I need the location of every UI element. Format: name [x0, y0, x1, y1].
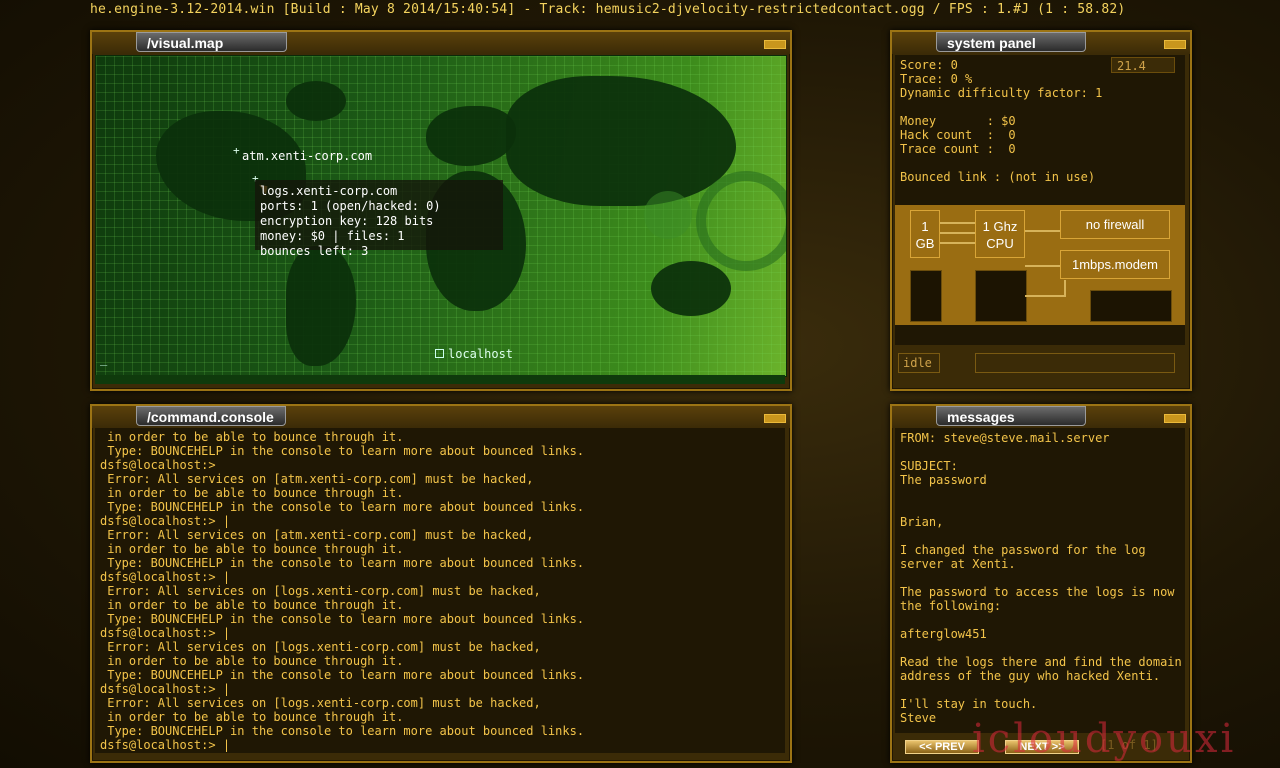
message-line	[895, 613, 1185, 627]
watermark-text: icloudyouxi	[972, 716, 1237, 762]
message-line	[895, 571, 1185, 585]
host-tooltip: logs.xenti-corp.com ports: 1 (open/hacke…	[255, 180, 503, 258]
console-line: Error: All services on [logs.xenti-corp.…	[100, 584, 541, 598]
stat-spacer	[895, 100, 1185, 114]
stat-money: Money : $0	[900, 114, 1016, 128]
status-label: idle	[898, 353, 940, 373]
message-line: The password to access the logs is now	[900, 585, 1175, 599]
tab-messages[interactable]: messages	[936, 406, 1086, 426]
console-line: Type: BOUNCEHELP in the console to learn…	[100, 612, 585, 626]
message-line: Brian,	[900, 515, 944, 529]
message-line	[895, 641, 1185, 655]
host-label-localhost[interactable]: localhost	[448, 347, 513, 361]
console-prompt: dsfs@localhost:> |	[100, 626, 231, 640]
tooltip-money-files: money: $0 | files: 1	[260, 229, 405, 243]
radar-dot	[644, 191, 692, 239]
message-line: server at Xenti.	[900, 557, 1016, 571]
message-line: I changed the password for the log	[900, 543, 1146, 557]
console-prompt: dsfs@localhost:> |	[100, 514, 231, 528]
message-line: the following:	[900, 599, 1002, 613]
console-line: in order to be able to bounce through it…	[100, 542, 404, 556]
message-line	[895, 501, 1185, 515]
console-line: Error: All services on [atm.xenti-corp.c…	[100, 472, 534, 486]
system-stats: 21.4 Score: 0 Trace: 0 % Dynamic difficu…	[895, 55, 1185, 205]
australia-shape	[651, 261, 731, 316]
console-line: in order to be able to bounce through it…	[100, 598, 404, 612]
console-input-prompt[interactable]: dsfs@localhost:> |	[100, 738, 785, 752]
radar-ring	[696, 171, 786, 271]
map-cursor-mark: _	[100, 352, 108, 366]
stat-difficulty: Dynamic difficulty factor: 1	[900, 86, 1103, 100]
console-prompt: dsfs@localhost:> |	[100, 682, 231, 696]
console-prompt: dsfs@localhost:> |	[100, 570, 231, 584]
panel-control-button[interactable]	[764, 40, 786, 49]
console-line: Type: BOUNCEHELP in the console to learn…	[100, 444, 585, 458]
message-subject: The password	[900, 473, 987, 487]
cpu-slot	[975, 270, 1027, 322]
host-label-atm[interactable]: atm.xenti-corp.com	[242, 149, 372, 163]
console-line: Error: All services on [logs.xenti-corp.…	[100, 640, 541, 654]
message-line	[895, 529, 1185, 543]
console-line: in order to be able to bounce through it…	[100, 654, 404, 668]
stat-spacer	[895, 156, 1185, 170]
console-line: Type: BOUNCEHELP in the console to learn…	[100, 668, 585, 682]
status-progress-bar	[975, 353, 1175, 373]
message-line	[895, 683, 1185, 697]
console-line: in order to be able to bounce through it…	[100, 486, 404, 500]
localhost-marker-icon[interactable]	[435, 349, 444, 358]
message-body: FROM: steve@steve.mail.server SUBJECT: T…	[895, 428, 1185, 733]
tab-command-console[interactable]: /command.console	[136, 406, 286, 426]
ram-module[interactable]: 1 GB	[910, 210, 940, 258]
greenland-shape	[286, 81, 346, 121]
console-line: Error: All services on [logs.xenti-corp.…	[100, 696, 541, 710]
console-line: Type: BOUNCEHELP in the console to learn…	[100, 556, 585, 570]
message-line	[895, 487, 1185, 501]
tab-system-panel[interactable]: system panel	[936, 32, 1086, 52]
tab-visual-map[interactable]: /visual.map	[136, 32, 287, 52]
console-line: in order to be able to bounce through it…	[100, 710, 404, 724]
console-line: Type: BOUNCEHELP in the console to learn…	[100, 500, 585, 514]
message-password: afterglow451	[900, 627, 987, 641]
message-line	[895, 445, 1185, 459]
message-line: Read the logs there and find the domain	[900, 655, 1182, 669]
tooltip-ports: ports: 1 (open/hacked: 0)	[260, 199, 441, 213]
console-prompt: dsfs@localhost:>	[100, 458, 216, 472]
host-marker-icon[interactable]: +	[233, 145, 242, 156]
console-line: in order to be able to bounce through it…	[100, 430, 404, 444]
stat-trace: Trace: 0 %	[900, 72, 973, 86]
expansion-slot	[1090, 290, 1172, 322]
panel-control-button[interactable]	[764, 414, 786, 423]
tooltip-encryption: encryption key: 128 bits	[260, 214, 434, 228]
message-line: I'll stay in touch.	[900, 697, 1038, 711]
stat-bounced-link: Bounced link : (not in use)	[900, 170, 1096, 184]
window-title: he.engine-3.12-2014.win [Build : May 8 2…	[90, 2, 1126, 17]
message-line: address of the guy who hacked Xenti.	[900, 669, 1161, 683]
message-from: FROM: steve@steve.mail.server	[900, 431, 1110, 445]
message-subject-label: SUBJECT:	[900, 459, 958, 473]
panel-control-button[interactable]	[1164, 414, 1186, 423]
console-output[interactable]: in order to be able to bounce through it…	[95, 428, 785, 753]
panel-control-button[interactable]	[1164, 40, 1186, 49]
stat-trace-count: Trace count : 0	[900, 142, 1016, 156]
modem-module[interactable]: 1mbps.modem	[1060, 250, 1170, 279]
tooltip-bounces: bounces left: 3	[260, 244, 369, 258]
prev-message-button[interactable]: << PREV	[905, 740, 979, 754]
console-line: Type: BOUNCEHELP in the console to learn…	[100, 724, 585, 738]
tooltip-host: logs.xenti-corp.com	[260, 184, 398, 198]
stats-value-box: 21.4	[1111, 57, 1175, 73]
stat-hack-count: Hack count : 0	[900, 128, 1016, 142]
console-line: Error: All services on [atm.xenti-corp.c…	[100, 528, 534, 542]
status-bar	[895, 325, 1185, 345]
firewall-module[interactable]: no firewall	[1060, 210, 1170, 239]
map-status-strip	[95, 375, 785, 384]
ram-slot	[910, 270, 942, 322]
cpu-module[interactable]: 1 Ghz CPU	[975, 210, 1025, 258]
